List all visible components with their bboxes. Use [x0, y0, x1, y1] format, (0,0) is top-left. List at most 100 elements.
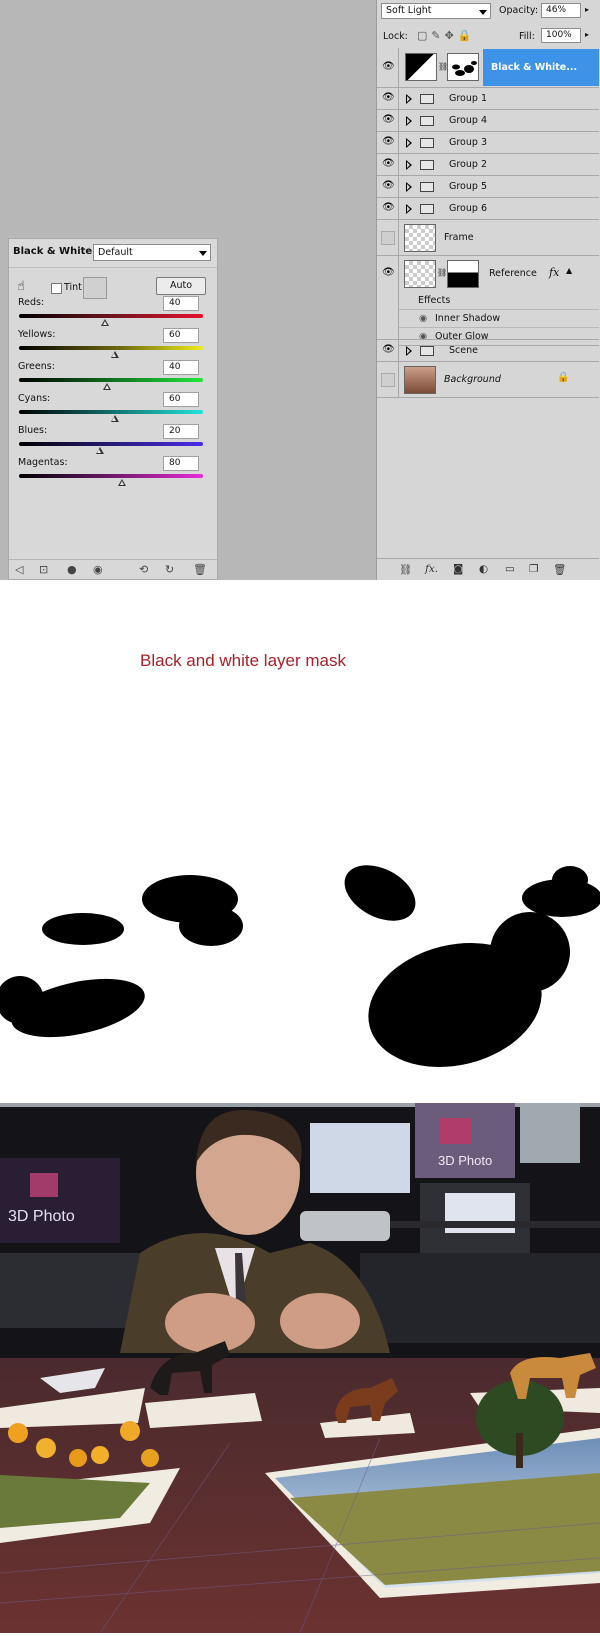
expand-triangle-icon[interactable] — [406, 346, 412, 356]
lock-label: Lock: — [383, 31, 408, 42]
blend-mode-dropdown[interactable]: Soft Light — [381, 3, 491, 19]
visibility-box[interactable] — [381, 231, 395, 245]
opacity-slider-arrow-icon[interactable]: ▸ — [585, 5, 589, 14]
layer-name[interactable]: Group 2 — [449, 159, 487, 170]
slider-track[interactable] — [19, 410, 203, 414]
slider-value-input[interactable]: 60 — [163, 328, 199, 343]
lock-pixels-icon[interactable]: ✎ — [431, 29, 444, 42]
fill-slider-arrow-icon[interactable]: ▸ — [585, 30, 589, 39]
slider-track[interactable] — [19, 346, 203, 350]
expand-triangle-icon[interactable] — [406, 160, 412, 170]
slider-track[interactable] — [19, 314, 203, 318]
slider-value-input[interactable]: 80 — [163, 456, 199, 471]
view-previous-state-icon[interactable]: ⟲ — [139, 563, 148, 576]
layer-name[interactable]: Group 5 — [449, 181, 487, 192]
layer-thumbnail[interactable] — [404, 224, 436, 252]
eye-icon[interactable]: 👁 — [382, 158, 395, 169]
layer-thumbnail[interactable] — [404, 260, 436, 288]
layer-name[interactable]: Group 1 — [449, 93, 487, 104]
fx-icon[interactable]: fx — [549, 266, 559, 279]
new-group-icon[interactable]: ▭ — [505, 563, 515, 575]
blend-mode-value: Soft Light — [386, 5, 432, 16]
slider-track[interactable] — [19, 378, 203, 382]
expand-triangle-icon[interactable] — [406, 182, 412, 192]
mask-thumbnail[interactable] — [447, 260, 479, 288]
layer-row-group-5[interactable]: 👁 Group 5 — [377, 176, 599, 198]
layer-row-reference[interactable]: 👁 ⛓ Reference fx ▲ — [377, 256, 599, 340]
effects-row[interactable]: Effects — [399, 292, 599, 310]
fx-icon[interactable]: fx. — [425, 563, 438, 575]
eye-cell: 👁 — [377, 176, 399, 197]
reset-icon[interactable]: ↻ — [165, 563, 174, 576]
trash-icon[interactable]: 🗑 — [193, 563, 207, 576]
layer-row-group-4[interactable]: 👁 Group 4 — [377, 110, 599, 132]
mask-thumbnail[interactable] — [447, 53, 479, 81]
targeted-adjustment-hand-icon[interactable]: ☝ — [17, 279, 25, 294]
layer-name[interactable]: Background — [444, 374, 501, 385]
layer-row-group-6[interactable]: 👁 Group 6 — [377, 198, 599, 220]
layer-name[interactable]: Group 3 — [449, 137, 487, 148]
lock-all-icon[interactable]: 🔒 — [458, 29, 476, 42]
new-layer-icon[interactable]: ❐ — [529, 563, 538, 575]
layer-name[interactable]: Frame — [444, 232, 474, 243]
eye-icon[interactable]: 👁 — [382, 344, 395, 355]
add-mask-icon[interactable]: ◙ — [453, 563, 463, 575]
clip-to-layer-icon[interactable]: ● — [67, 563, 77, 576]
layer-row-black-white[interactable]: 👁 ⛓ Black & White... — [377, 48, 599, 88]
expanded-view-icon[interactable]: ⊡ — [39, 563, 48, 576]
layer-row-frame[interactable]: Frame — [377, 220, 599, 256]
layer-name[interactable]: Group 4 — [449, 115, 487, 126]
layer-row-scene[interactable]: 👁 Scene — [377, 340, 599, 362]
panel-footer-toolbar: ◁ ⊡ ● ◉ ⟲ ↻ 🗑 — [9, 559, 217, 580]
slider-track[interactable] — [19, 442, 203, 446]
preset-dropdown[interactable]: Default — [93, 244, 211, 261]
expand-triangle-icon[interactable] — [406, 204, 412, 214]
slider-value-input[interactable]: 40 — [163, 360, 199, 375]
slider-value-input[interactable]: 60 — [163, 392, 199, 407]
new-adjustment-layer-icon[interactable]: ◐ — [479, 563, 488, 575]
layer-name[interactable]: Black & White... — [491, 62, 577, 73]
layer-row-background[interactable]: Background 🔒 — [377, 362, 599, 398]
trash-icon[interactable]: 🗑 — [553, 563, 566, 576]
lock-transparency-icon[interactable]: ▢ — [417, 29, 431, 42]
eye-icon[interactable]: 👁 — [382, 114, 395, 125]
eye-icon[interactable]: 👁 — [382, 61, 395, 72]
lock-position-icon[interactable]: ✥ — [445, 29, 458, 42]
visibility-eye-icon[interactable]: ◉ — [93, 563, 103, 576]
visibility-box[interactable] — [381, 373, 395, 387]
slider-value-input[interactable]: 40 — [163, 296, 199, 311]
lock-options[interactable]: ▢✎✥🔒 — [417, 29, 476, 42]
slider-thumb[interactable] — [118, 479, 127, 486]
cube-logo-right — [440, 1118, 472, 1144]
eye-icon[interactable]: 👁 — [382, 92, 395, 103]
folder-icon — [420, 160, 434, 170]
slider-track[interactable] — [19, 474, 203, 478]
expand-triangle-icon[interactable] — [406, 94, 412, 104]
link-icon[interactable]: ⛓ — [437, 268, 447, 277]
opacity-input[interactable]: 46% — [541, 3, 581, 18]
adjustment-thumbnail[interactable] — [405, 53, 437, 81]
layer-name[interactable]: Scene — [449, 345, 478, 356]
link-layers-icon[interactable]: ⛓ — [399, 563, 412, 576]
eye-icon[interactable]: 👁 — [382, 136, 395, 147]
layer-row-group-2[interactable]: 👁 Group 2 — [377, 154, 599, 176]
slider-value-input[interactable]: 20 — [163, 424, 199, 439]
eye-icon[interactable]: 👁 — [382, 202, 395, 213]
folder-icon — [420, 204, 434, 214]
expand-triangle-icon[interactable] — [406, 138, 412, 148]
layer-thumbnail[interactable] — [404, 366, 436, 394]
expand-triangle-icon[interactable] — [406, 116, 412, 126]
layer-name[interactable]: Reference — [489, 268, 537, 279]
eye-icon[interactable]: 👁 — [382, 267, 395, 278]
slider-reds: Reds: 40 — [9, 293, 217, 326]
layer-row-group-3[interactable]: 👁 Group 3 — [377, 132, 599, 154]
collapse-effects-arrow-icon[interactable]: ▲ — [566, 266, 572, 275]
back-arrow-icon[interactable]: ◁ — [15, 563, 23, 576]
layer-name[interactable]: Group 6 — [449, 203, 487, 214]
eye-icon[interactable]: 👁 — [382, 180, 395, 191]
effect-inner-shadow-row[interactable]: ◉ Inner Shadow — [399, 310, 599, 328]
fill-input[interactable]: 100% — [541, 28, 581, 43]
tree-trunk — [516, 1433, 523, 1468]
layer-row-group-1[interactable]: 👁 Group 1 — [377, 88, 599, 110]
eye-icon[interactable]: ◉ — [419, 313, 427, 324]
